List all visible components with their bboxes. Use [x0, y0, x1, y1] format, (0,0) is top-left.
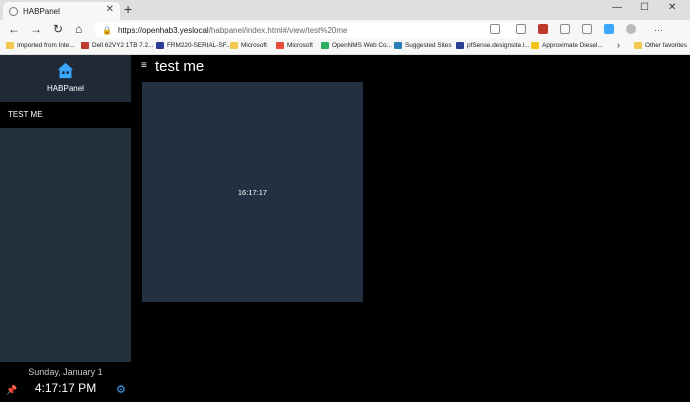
collections-icon[interactable]	[582, 24, 592, 34]
folder-icon	[6, 42, 14, 49]
gear-icon[interactable]: ⚙	[116, 383, 126, 396]
bookmark-item[interactable]: Suggested Sites	[394, 42, 452, 49]
dashboard-main: ≡ test me 16:17:17	[131, 55, 690, 402]
browser-nav-bar: ← → ↻ ⌂ 🔒 https://openhab3.yeslocal/habp…	[0, 20, 690, 40]
bookmark-item[interactable]: OpenNMS Web Co...	[321, 42, 392, 49]
bookmark-favicon-icon	[321, 42, 329, 49]
favorites-icon[interactable]	[560, 24, 570, 34]
profile-avatar-icon[interactable]	[626, 24, 636, 34]
home-icon[interactable]: ⌂	[75, 22, 82, 36]
tab-favicon-icon	[9, 6, 18, 16]
more-menu-icon[interactable]: …	[654, 23, 664, 33]
bookmarks-bar: Imported from Inte... Dell 62VY2 1TB 7.2…	[0, 40, 690, 55]
refresh-icon[interactable]: ↻	[53, 22, 63, 36]
browser-tab-bar: HABPanel ✕ + — ☐ ✕	[0, 0, 690, 20]
minimize-button[interactable]: —	[612, 2, 622, 13]
clock-widget: 16:17:17	[142, 82, 363, 302]
other-favorites[interactable]: Other favorites	[634, 42, 687, 49]
close-window-button[interactable]: ✕	[668, 2, 676, 13]
clock-widget-value: 16:17:17	[237, 187, 268, 197]
bookmark-favicon-icon	[81, 42, 89, 49]
bookmark-item[interactable]: pfSense.designsite.l...	[456, 42, 530, 49]
sidebar-date: Sunday, January 1	[28, 367, 103, 377]
bookmark-favicon-icon	[456, 42, 464, 49]
brand-header[interactable]: HABPanel	[0, 55, 131, 102]
lock-icon: 🔒	[102, 25, 112, 35]
bookmark-favicon-icon	[276, 42, 284, 49]
tab-title: HABPanel	[23, 6, 60, 16]
read-aloud-icon[interactable]	[490, 24, 500, 34]
back-icon[interactable]: ←	[8, 22, 20, 36]
bookmark-item[interactable]: FRM220-SERIAL-SF...	[156, 42, 231, 49]
app-available-icon[interactable]	[516, 24, 526, 34]
address-bar[interactable]: 🔒 https://openhab3.yeslocal/habpanel/ind…	[94, 22, 522, 38]
brand-name: HABPanel	[47, 84, 84, 93]
page-title: test me	[155, 58, 205, 75]
bookmark-favicon-icon	[531, 42, 539, 49]
url-domain: https://openhab3.yeslocal	[117, 25, 209, 35]
maximize-button[interactable]: ☐	[640, 2, 649, 13]
forward-icon[interactable]: →	[30, 22, 42, 36]
sidebar-panel	[0, 128, 131, 362]
new-tab-button[interactable]: +	[124, 1, 132, 17]
pin-icon[interactable]: 📌	[6, 385, 17, 396]
extension-shield-icon[interactable]	[538, 24, 548, 34]
bookmark-item[interactable]: Imported from Inte...	[6, 42, 75, 49]
bookmarks-more-icon[interactable]: ›	[617, 40, 620, 50]
bookmark-item[interactable]: Microsoft	[230, 42, 267, 49]
sidebar-clock: Sunday, January 1 4:17:17 PM	[0, 367, 131, 395]
bookmark-item[interactable]: Dell 62VY2 1TB 7.2...	[81, 42, 153, 49]
tab-close-icon[interactable]: ✕	[106, 4, 114, 15]
folder-icon	[230, 42, 238, 49]
folder-icon	[634, 42, 642, 49]
url-path: /habpanel/index.html#/view/test%20me	[208, 25, 348, 35]
hamburger-menu-icon[interactable]: ≡	[141, 60, 147, 71]
sidebar-time: 4:17:17 PM	[34, 381, 97, 395]
sidebar: HABPanel TEST ME Sunday, January 1 4:17:…	[0, 55, 131, 402]
bookmark-favicon-icon	[156, 42, 164, 49]
sidebar-item-test-me[interactable]: TEST ME	[0, 102, 131, 126]
browser-tab[interactable]: HABPanel ✕	[3, 2, 120, 20]
bookmark-item[interactable]: Approximate Diesel...	[531, 42, 603, 49]
extension-icon[interactable]	[604, 24, 614, 34]
house-icon	[57, 62, 74, 79]
bookmark-item[interactable]: Microsoft	[276, 42, 313, 49]
bookmark-favicon-icon	[394, 42, 402, 49]
